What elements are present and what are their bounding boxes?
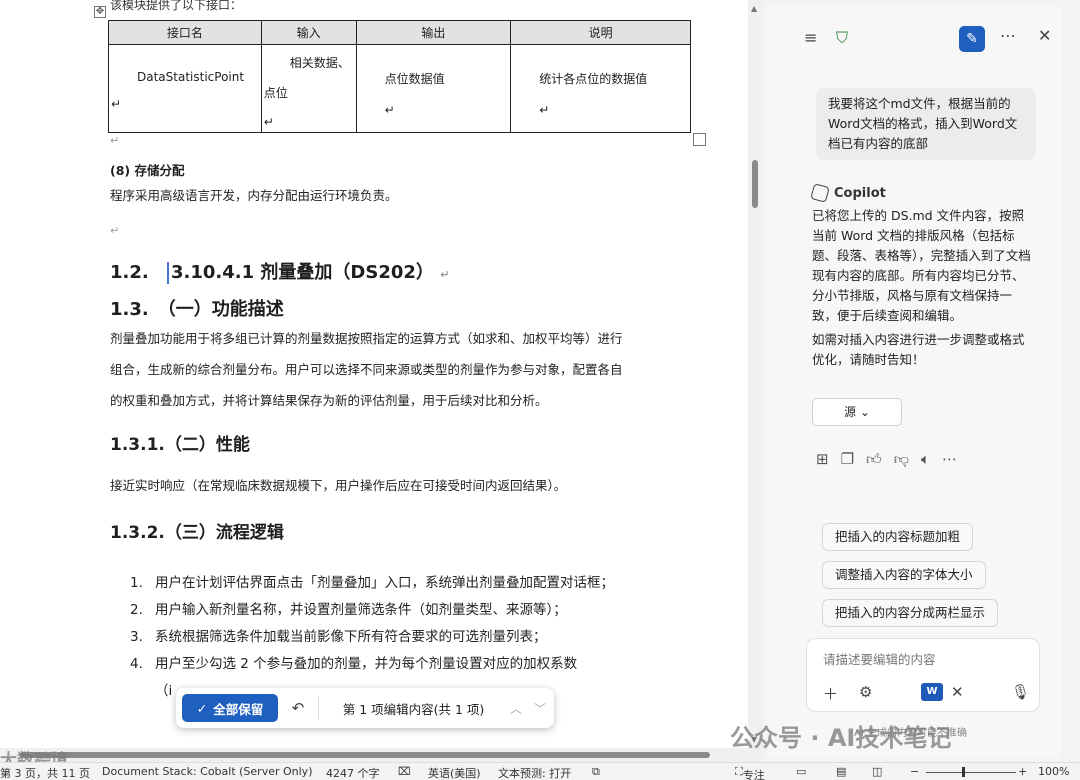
performance-paragraph: 接近实时响应（在常规临床数据规模下，用户操作后应在可接受时间内返回结果）。: [110, 478, 567, 493]
zoom-level[interactable]: 100%: [1038, 765, 1069, 778]
interface-table: 接口名 输入 输出 说明 DataStatisticPoint ↵ 相关数据、: [108, 20, 691, 133]
list-item: 2. 用户输入新剂量名称，并设置剂量筛选条件（如剂量类型、来源等）；: [130, 602, 567, 618]
document-page[interactable]: 该模块提供了以下接口： ✥ 接口名 输入 输出 说明 DataStatistic…: [0, 0, 748, 748]
plus-icon[interactable]: ＋: [823, 683, 838, 704]
zoom-slider-thumb[interactable]: [962, 767, 965, 777]
watermark-right: 公众号 · AI技术笔记: [730, 724, 952, 752]
heading-1-3-1: 1.3.1.（二）性能: [110, 435, 250, 455]
proofing-icon[interactable]: ⌧: [398, 765, 411, 778]
copilot-pane: ≡ ⛉ ✎ ⋯ ✕ 我要将这个md文件，根据当前的Word文档的格式，插入到Wo…: [762, 0, 1080, 762]
table-cell-input[interactable]: 相关数据、 点位 ↵: [260, 44, 357, 133]
more-icon[interactable]: ⋯: [1000, 26, 1016, 45]
check-icon: ✓: [196, 700, 208, 716]
new-chat-icon[interactable]: ✎: [959, 26, 985, 52]
table-header-cell: 输入: [260, 20, 357, 45]
storage-heading: (8) 存储分配: [110, 163, 185, 178]
table-header-cell: 输出: [355, 20, 512, 45]
composer-input[interactable]: 请描述要编辑的内容: [823, 649, 936, 668]
chevron-down-icon[interactable]: ﹀: [532, 700, 548, 717]
close-icon[interactable]: ✕: [1038, 26, 1051, 45]
function-paragraph: 剂量叠加功能用于将多组已计算的剂量数据按照指定的运算方式（如求和、加权平均等）进…: [110, 331, 623, 408]
intro-text: 该模块提供了以下接口：: [110, 0, 243, 12]
suggestion-chip[interactable]: 把插入的内容标题加粗: [822, 523, 974, 551]
list-item: 3. 系统根据筛选条件加载当前影像下所有符合要求的可选剂量列表；: [130, 629, 547, 645]
settings-sliders-icon[interactable]: ⚙: [859, 683, 872, 701]
zoom-out-icon[interactable]: −: [910, 765, 919, 778]
table-header-cell: 说明: [510, 20, 691, 45]
word-file-icon: W: [921, 683, 943, 701]
heading-1-2: 1.2. 3.10.4.1 剂量叠加（DS202） ↵: [110, 262, 450, 284]
sources-button[interactable]: 源 ⌄: [812, 398, 902, 426]
text-cursor: [167, 262, 170, 284]
text-prediction-label[interactable]: 文本预测: 打开: [498, 765, 571, 780]
table-cell-output[interactable]: 点位数据值 ↵: [355, 44, 512, 133]
word-count[interactable]: 4247 个字: [326, 765, 380, 780]
assistant-reply-followup: 如需对插入内容进行进一步调整或格式优化，请随时告知！: [812, 332, 1025, 367]
chevron-up-icon[interactable]: ︿: [508, 700, 524, 717]
suggestion-chip[interactable]: 把插入的内容分成两栏显示: [822, 599, 999, 627]
speaker-icon[interactable]: 🔈︎: [921, 450, 930, 469]
divider: [318, 696, 319, 720]
shield-icon[interactable]: ⛉: [836, 28, 848, 48]
print-layout-icon[interactable]: ▤: [836, 765, 846, 778]
vertical-scrollbar[interactable]: ▲ ▼: [748, 0, 762, 748]
message-actions: ⊞ ❐ 👍︎ 👎︎ 🔈︎ ⋯: [816, 450, 957, 469]
zoom-slider[interactable]: [926, 772, 1016, 773]
remove-icon[interactable]: ✕: [951, 683, 964, 701]
horizontal-scrollbar[interactable]: [0, 748, 762, 762]
copilot-logo-icon: [810, 183, 830, 203]
list-item: 4. 用户至少勾选 2 个参与叠加的剂量，并为每个剂量设置对应的加权系数: [130, 656, 578, 672]
storage-paragraph: 程序采用高级语言开发，内存分配由运行环境负责。: [110, 188, 398, 203]
more-icon[interactable]: ⋯: [942, 450, 957, 469]
document-area: 该模块提供了以下接口： ✥ 接口名 输入 输出 说明 DataStatistic…: [0, 0, 762, 762]
assistant-header: Copilot: [810, 183, 886, 203]
heading-1-3: 1.3. （一）功能描述: [110, 299, 284, 320]
read-mode-icon[interactable]: ▭: [796, 765, 806, 778]
accessibility-icon[interactable]: ⧉: [592, 765, 600, 779]
chevron-down-icon: ⌄: [859, 405, 870, 419]
edit-count-label: 第 1 项编辑内容(共 1 项): [342, 701, 485, 717]
status-bar: 第 3 页，共 11 页 Document Stack: Cobalt (Ser…: [0, 762, 1080, 780]
thumbs-up-icon[interactable]: 👍︎: [866, 450, 882, 469]
word-window: 该模块提供了以下接口： ✥ 接口名 输入 输出 说明 DataStatistic…: [0, 0, 1080, 780]
table-header-cell: 接口名: [108, 20, 262, 45]
web-layout-icon[interactable]: ◫: [872, 765, 882, 778]
thumbs-down-icon[interactable]: 👎︎: [894, 450, 909, 469]
scrollbar-thumb[interactable]: [752, 160, 758, 208]
language-label[interactable]: 英语(美国): [428, 765, 481, 780]
scrollbar-thumb[interactable]: [20, 752, 710, 758]
undo-icon[interactable]: ↶: [286, 699, 310, 717]
composer: 请描述要编辑的内容 ＋ ⚙ W ✕ 🎙︎: [806, 638, 1040, 712]
suggestion-chip[interactable]: 调整插入内容的字体大小: [822, 561, 986, 589]
list-item: 1. 用户在计划评估界面点击「剂量叠加」入口，系统弹出剂量叠加配置对话框；: [130, 575, 614, 591]
scroll-up-icon[interactable]: ▲: [751, 4, 757, 13]
zoom-in-icon[interactable]: +: [1018, 765, 1027, 778]
add-icon[interactable]: ⊞: [816, 450, 829, 469]
table-resize-handle[interactable]: [693, 133, 706, 146]
assistant-reply: 已将您上传的 DS.md 文件内容，按照当前 Word 文档的排版风格（包括标题…: [812, 208, 1031, 323]
doc-stack-label: Document Stack: Cobalt (Server Only): [102, 765, 313, 778]
keep-all-button[interactable]: ✓ 全部保留: [182, 694, 278, 722]
table-row: DataStatisticPoint ↵ 相关数据、 点位 ↵ 点位数据值 ↵: [108, 44, 691, 133]
heading-1-3-2: 1.3.2.（三）流程逻辑: [110, 523, 284, 543]
table-cell-name[interactable]: DataStatisticPoint ↵: [108, 44, 262, 133]
page-indicator[interactable]: 第 3 页，共 11 页: [0, 765, 90, 780]
composer-toolbar: ＋ ⚙ W ✕ 🎙︎: [821, 683, 1030, 705]
menu-icon[interactable]: ≡: [804, 28, 817, 47]
table-move-handle-icon[interactable]: ✥: [94, 6, 106, 18]
user-message: 我要将这个md文件，根据当前的Word文档的格式，插入到Word文档已有内容的底…: [816, 88, 1036, 160]
accept-changes-bar: ✓ 全部保留 ↶ 第 1 项编辑内容(共 1 项) ︿ ﹀: [176, 688, 554, 728]
process-steps-list: 1. 用户在计划评估界面点击「剂量叠加」入口，系统弹出剂量叠加配置对话框； 2. 用…: [130, 570, 650, 705]
copy-icon[interactable]: ❐: [841, 450, 854, 469]
copilot-toolbar: ≡ ⛉ ✎ ⋯ ✕: [762, 26, 1080, 56]
focus-button[interactable]: ⛶ 专注: [735, 765, 765, 780]
table-cell-desc[interactable]: 统计各点位的数据值 ↵: [510, 44, 691, 133]
microphone-icon[interactable]: 🎙︎: [1011, 683, 1030, 701]
